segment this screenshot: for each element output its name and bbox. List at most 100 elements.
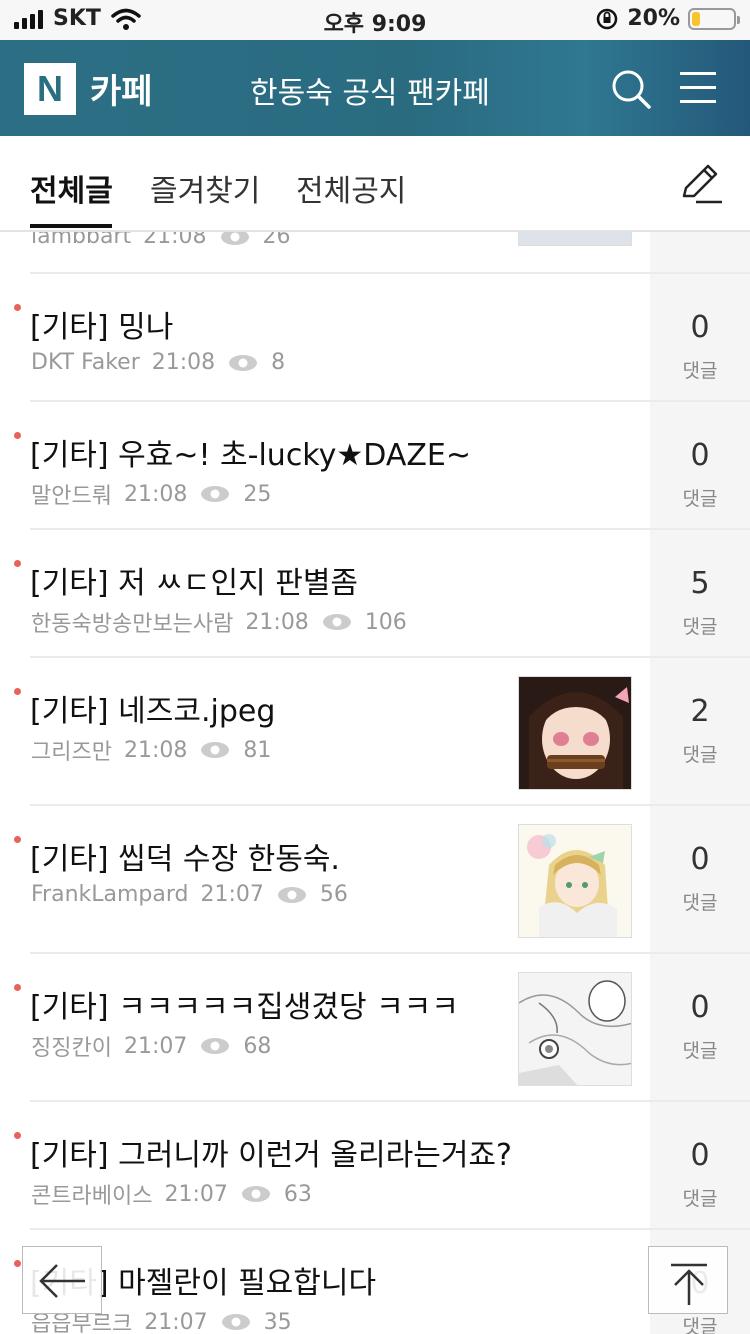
post-views: 81 — [243, 737, 272, 763]
post-author: 한동숙방송만보는사람 — [31, 612, 234, 637]
tab-favorites[interactable]: 즐겨찾기 — [150, 166, 260, 210]
post-meta: DKT Faker 21:08 8 — [31, 350, 285, 375]
arrow-up-icon — [671, 1263, 707, 1305]
comment-label: 댓글 — [682, 616, 718, 638]
post-author: DKT Faker — [31, 350, 140, 375]
post-title[interactable]: [기타] 우효~! 초-lucky★DAZE~ — [30, 430, 471, 474]
post-time: 21:07 — [144, 1309, 208, 1334]
post-meta: FrankLampard 21:07 56 — [31, 882, 348, 907]
post-time: 21:08 — [245, 609, 309, 635]
comment-count[interactable]: 0 — [650, 1138, 750, 1173]
status-right: 20% — [595, 6, 740, 31]
comment-label: 댓글 — [682, 360, 718, 382]
post-title[interactable]: [기타] 밍나 — [30, 302, 173, 346]
cafe-title[interactable]: 한동숙 공식 팬카페 — [250, 68, 490, 112]
manga-image — [519, 973, 631, 1085]
search-icon[interactable] — [610, 68, 652, 110]
menu-icon[interactable] — [680, 72, 716, 104]
post-author: 징징칸이 — [31, 1036, 112, 1061]
comment-count[interactable]: 5 — [650, 566, 750, 601]
eye-icon — [201, 486, 230, 502]
eye-icon — [221, 1314, 250, 1330]
post-views: 26 — [262, 232, 291, 249]
post-views: 106 — [364, 609, 407, 635]
write-icon[interactable] — [676, 160, 724, 208]
post-title[interactable]: [기타] 씹덕 수장 한동숙. — [30, 834, 340, 878]
comment-label: 댓글 — [682, 744, 718, 766]
post-meta: 콘트라베이스 21:07 63 — [31, 1178, 312, 1210]
post-views: 56 — [319, 882, 348, 907]
post-meta: 한동숙방송만보는사람 21:08 106 — [31, 606, 407, 638]
post-views: 63 — [283, 1181, 312, 1207]
active-tab-indicator — [30, 224, 112, 228]
comment-label: 댓글 — [682, 892, 718, 914]
post-title[interactable]: [기타] ㅋㅋㅋㅋㅋ집생겼당 ㅋㅋㅋ — [30, 982, 459, 1026]
naver-logo[interactable]: N — [24, 63, 76, 115]
tab-all-posts[interactable]: 전체글 — [30, 166, 113, 210]
anime-illustration-image — [519, 825, 631, 937]
comment-count[interactable]: 0 — [650, 438, 750, 473]
post-time: 21:08 — [151, 350, 216, 375]
list-item[interactable]: [기타] 네즈코.jpeg 그리즈만 21:08 81 2 댓글 — [0, 658, 750, 806]
post-views: 68 — [243, 1033, 272, 1059]
cafe-label[interactable]: 카페 — [90, 64, 153, 113]
status-bar: SKT 오후 9:09 20% — [0, 0, 750, 40]
new-post-dot — [14, 688, 21, 695]
battery-icon — [688, 7, 740, 30]
battery-fill — [692, 11, 700, 26]
battery-percent: 20% — [627, 6, 680, 31]
eye-icon — [277, 886, 306, 903]
post-thumbnail[interactable] — [518, 972, 632, 1086]
list-item[interactable]: [기타] 마젤란이 필요합니다 읍읍부르크 21:07 35 0 댓글 — [0, 1230, 750, 1334]
new-post-dot — [14, 984, 21, 991]
list-item-partial[interactable]: lambbart 21:08 26 — [0, 232, 750, 274]
comment-label: 댓글 — [682, 1316, 718, 1334]
comment-label: 댓글 — [682, 1188, 718, 1210]
eye-icon — [241, 1186, 270, 1202]
eye-icon — [201, 1038, 230, 1054]
post-thumbnail[interactable] — [518, 824, 632, 938]
comment-count[interactable]: 0 — [650, 842, 750, 877]
post-time: 21:07 — [123, 1033, 188, 1059]
post-meta: lambbart 21:08 26 — [31, 232, 291, 249]
list-item[interactable]: [기타] 저 ㅆㄷ인지 판별좀 한동숙방송만보는사람 21:08 106 5 댓… — [0, 530, 750, 658]
post-author: FrankLampard — [31, 882, 189, 907]
eye-icon — [220, 232, 249, 245]
arrow-left-icon — [39, 1264, 85, 1298]
new-post-dot — [14, 1260, 21, 1267]
scroll-top-button[interactable] — [648, 1246, 728, 1314]
post-thumbnail — [518, 232, 632, 246]
tab-notices[interactable]: 전체공지 — [296, 166, 406, 210]
comment-count[interactable]: 2 — [650, 694, 750, 729]
list-item[interactable]: [기타] 밍나 DKT Faker 21:08 8 0 댓글 — [0, 274, 750, 402]
new-post-dot — [14, 304, 21, 311]
cafe-header: N 카페 한동숙 공식 팬카페 — [0, 40, 750, 136]
new-post-dot — [14, 836, 21, 843]
eye-icon — [201, 742, 230, 758]
comment-label: 댓글 — [682, 488, 718, 510]
post-meta: 징징칸이 21:07 68 — [31, 1030, 271, 1062]
tab-bar: 전체글 즐겨찾기 전체공지 — [0, 136, 750, 232]
list-item[interactable]: [기타] 그러니까 이런거 올리라는거죠? 콘트라베이스 21:07 63 0 … — [0, 1102, 750, 1230]
anime-girl-image — [519, 677, 631, 789]
post-time: 21:08 — [143, 232, 207, 249]
comment-count[interactable]: 0 — [650, 990, 750, 1025]
post-meta: 말안드뤄 21:08 25 — [31, 478, 271, 510]
post-title[interactable]: [기타] 네즈코.jpeg — [30, 686, 275, 730]
post-author: 그리즈만 — [31, 740, 112, 765]
list-item[interactable]: [기타] ㅋㅋㅋㅋㅋ집생겼당 ㅋㅋㅋ 징징칸이 21:07 68 0 댓글 — [0, 954, 750, 1102]
list-item[interactable]: [기타] 씹덕 수장 한동숙. FrankLampard 21:07 56 0 … — [0, 806, 750, 954]
post-views: 8 — [271, 350, 286, 375]
new-post-dot — [14, 1132, 21, 1139]
post-author: 말안드뤄 — [31, 484, 112, 509]
eye-icon — [229, 354, 258, 371]
post-title[interactable]: [기타] 그러니까 이런거 올리라는거죠? — [30, 1130, 512, 1174]
post-title[interactable]: [기타] 저 ㅆㄷ인지 판별좀 — [30, 558, 358, 602]
comment-count[interactable]: 0 — [650, 310, 750, 345]
post-author: 콘트라베이스 — [31, 1184, 153, 1209]
post-author: lambbart — [31, 232, 132, 249]
list-item[interactable]: [기타] 우효~! 초-lucky★DAZE~ 말안드뤄 21:08 25 0 … — [0, 402, 750, 530]
post-time: 21:07 — [164, 1181, 228, 1207]
back-button[interactable] — [22, 1246, 102, 1314]
post-thumbnail[interactable] — [518, 676, 632, 790]
